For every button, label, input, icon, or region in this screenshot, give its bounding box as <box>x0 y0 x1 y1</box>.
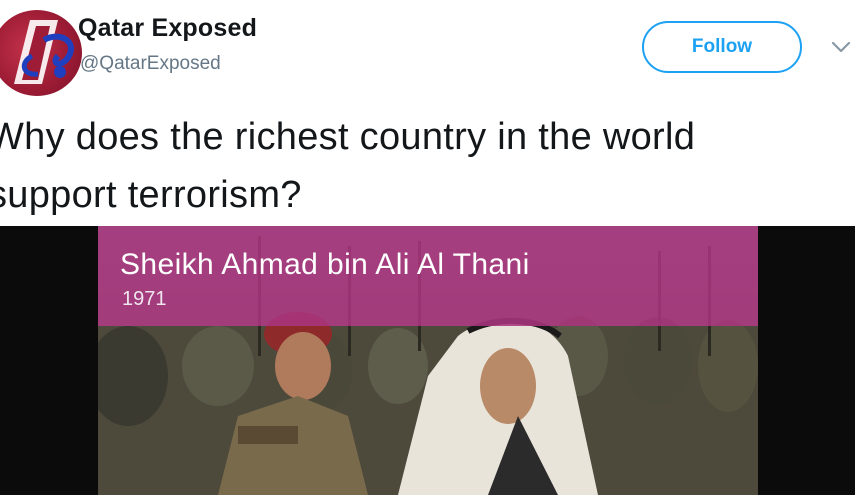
tweet-text-line: Why does the richest country in the worl… <box>0 116 696 158</box>
chevron-down-icon[interactable] <box>830 36 852 58</box>
avatar[interactable] <box>0 10 82 96</box>
tweet-text-line: support terrorism? <box>0 174 302 216</box>
tweet-text: Why does the richest country in the worl… <box>0 108 848 224</box>
author-handle[interactable]: @QatarExposed <box>80 53 221 75</box>
tweet-media[interactable]: Sheikh Ahmad bin Ali Al Thani 1971 <box>0 226 855 495</box>
video-player[interactable]: Sheikh Ahmad bin Ali Al Thani 1971 <box>98 226 758 495</box>
video-caption-title: Sheikh Ahmad bin Ali Al Thani <box>120 248 530 281</box>
video-caption-overlay: Sheikh Ahmad bin Ali Al Thani 1971 <box>98 226 758 326</box>
follow-button[interactable]: Follow <box>642 21 802 73</box>
video-caption-year: 1971 <box>122 288 167 310</box>
author-display-name[interactable]: Qatar Exposed <box>78 14 257 43</box>
qatar-exposed-logo-icon <box>14 20 74 84</box>
